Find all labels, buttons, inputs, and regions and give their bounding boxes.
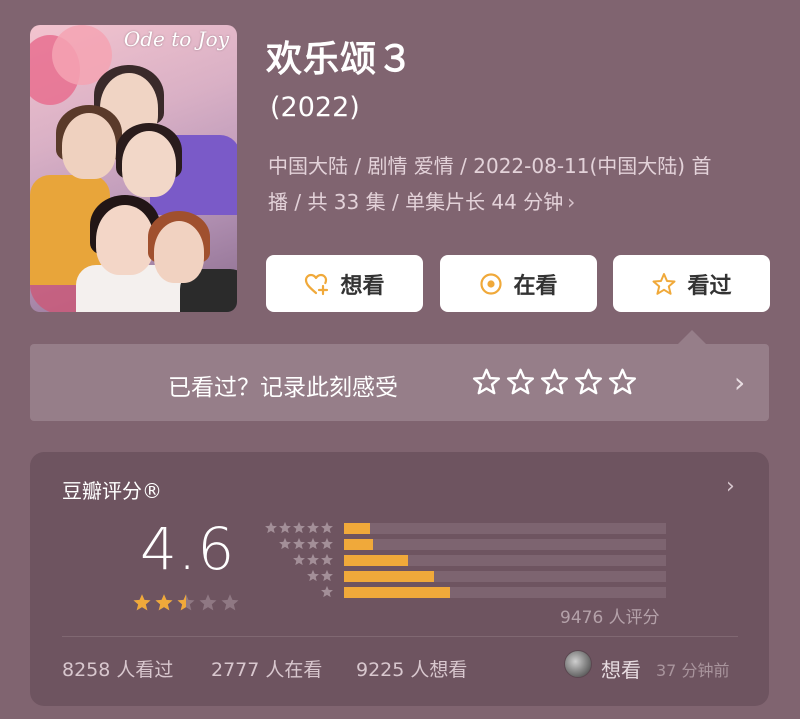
distribution-row bbox=[262, 552, 666, 568]
chevron-right-icon: › bbox=[567, 190, 576, 214]
divider bbox=[62, 636, 738, 637]
distribution-track bbox=[344, 554, 666, 566]
star-outline-icon bbox=[540, 368, 569, 395]
movie-poster[interactable]: Ode to Joy bbox=[30, 25, 237, 312]
recent-activity-action: 想看 bbox=[601, 658, 641, 682]
small-star-icon bbox=[321, 521, 333, 534]
poster-title-logo: Ode to Joy bbox=[123, 27, 229, 51]
small-star-icon bbox=[321, 585, 333, 598]
rate-stars[interactable] bbox=[472, 368, 637, 397]
heart-plus-icon bbox=[304, 272, 330, 296]
movie-meta[interactable]: 中国大陆 / 剧情 爱情 / 2022-08-11(中国大陆) 首 播 / 共 … bbox=[268, 148, 768, 220]
rate-prompt-text: 已看过？记录此刻感受 bbox=[168, 375, 398, 401]
distribution-track bbox=[344, 538, 666, 550]
star-outline-icon bbox=[472, 368, 501, 395]
small-star-icon bbox=[293, 521, 305, 534]
watched-label: 看过 bbox=[687, 273, 732, 299]
distribution-bar bbox=[344, 538, 373, 550]
distribution-row bbox=[262, 584, 666, 600]
watching-button[interactable]: 在看 bbox=[440, 255, 597, 312]
want-count[interactable]: 9225 人想看 bbox=[356, 655, 467, 682]
small-star-icon bbox=[279, 521, 291, 534]
small-star-icon bbox=[307, 537, 319, 550]
small-star-icon bbox=[307, 521, 319, 534]
distribution-bar bbox=[344, 586, 450, 598]
recent-activity-time: 37 分钟前 bbox=[656, 661, 730, 680]
distribution-bar bbox=[344, 570, 434, 582]
watching-count[interactable]: 2777 人在看 bbox=[211, 655, 322, 682]
small-star-icon bbox=[307, 569, 319, 582]
small-star-icon bbox=[265, 521, 277, 534]
distribution-bar bbox=[344, 522, 370, 534]
watched-count[interactable]: 8258 人看过 bbox=[62, 655, 173, 682]
distribution-stars bbox=[262, 537, 334, 551]
distribution-row bbox=[262, 568, 666, 584]
poster-figure bbox=[62, 113, 116, 179]
watching-label: 在看 bbox=[513, 273, 558, 299]
avatar[interactable] bbox=[564, 650, 592, 678]
want-to-watch-button[interactable]: 想看 bbox=[266, 255, 423, 312]
score-stars bbox=[132, 593, 240, 613]
distribution-bar bbox=[344, 554, 408, 566]
distribution-track bbox=[344, 570, 666, 582]
watched-button[interactable]: 看过 bbox=[613, 255, 770, 312]
small-star-icon bbox=[321, 553, 333, 566]
distribution-track bbox=[344, 586, 666, 598]
rating-count: 9476 人评分 bbox=[560, 608, 660, 628]
rating-distribution bbox=[262, 520, 666, 600]
poster-figure bbox=[122, 131, 176, 197]
distribution-stars bbox=[262, 569, 334, 583]
meta-line-2: 播 / 共 33 集 / 单集片长 44 分钟 › bbox=[268, 184, 768, 220]
small-star-icon bbox=[321, 569, 333, 582]
rate-box-pointer bbox=[677, 330, 707, 345]
score-star-icon bbox=[177, 594, 195, 611]
meta-line: 中国大陆 / 剧情 爱情 / 2022-08-11(中国大陆) 首 bbox=[268, 154, 712, 178]
chevron-right-icon[interactable]: › bbox=[734, 366, 745, 399]
star-outline-icon bbox=[608, 368, 637, 395]
page-title: 欢乐颂３ bbox=[266, 39, 415, 80]
score-star-icon bbox=[155, 594, 173, 611]
star-outline-icon bbox=[651, 272, 677, 296]
douban-score-title: 豆瓣评分® bbox=[62, 479, 162, 503]
score-star-icon bbox=[221, 594, 239, 611]
small-star-icon bbox=[279, 537, 291, 550]
score-star-icon bbox=[133, 594, 151, 611]
distribution-row bbox=[262, 536, 666, 552]
release-year: (2022) bbox=[270, 92, 360, 123]
small-star-icon bbox=[293, 553, 305, 566]
small-star-icon bbox=[321, 537, 333, 550]
small-star-icon bbox=[307, 553, 319, 566]
score-value: 4.6 bbox=[140, 515, 236, 583]
poster-figure bbox=[154, 221, 204, 283]
chevron-right-icon[interactable]: › bbox=[726, 474, 735, 499]
rate-prompt-box[interactable] bbox=[30, 344, 769, 421]
target-dot-icon bbox=[479, 272, 503, 296]
distribution-row bbox=[262, 520, 666, 536]
distribution-stars bbox=[262, 585, 334, 599]
want-to-watch-label: 想看 bbox=[340, 273, 385, 299]
score-star-icon bbox=[199, 594, 217, 611]
star-outline-icon bbox=[506, 368, 535, 395]
distribution-stars bbox=[262, 521, 334, 535]
star-outline-icon bbox=[574, 368, 603, 395]
distribution-stars bbox=[262, 553, 334, 567]
small-star-icon bbox=[293, 537, 305, 550]
distribution-track bbox=[344, 522, 666, 534]
poster-figure bbox=[96, 205, 154, 275]
meta-line: 播 / 共 33 集 / 单集片长 44 分钟 bbox=[268, 190, 564, 214]
